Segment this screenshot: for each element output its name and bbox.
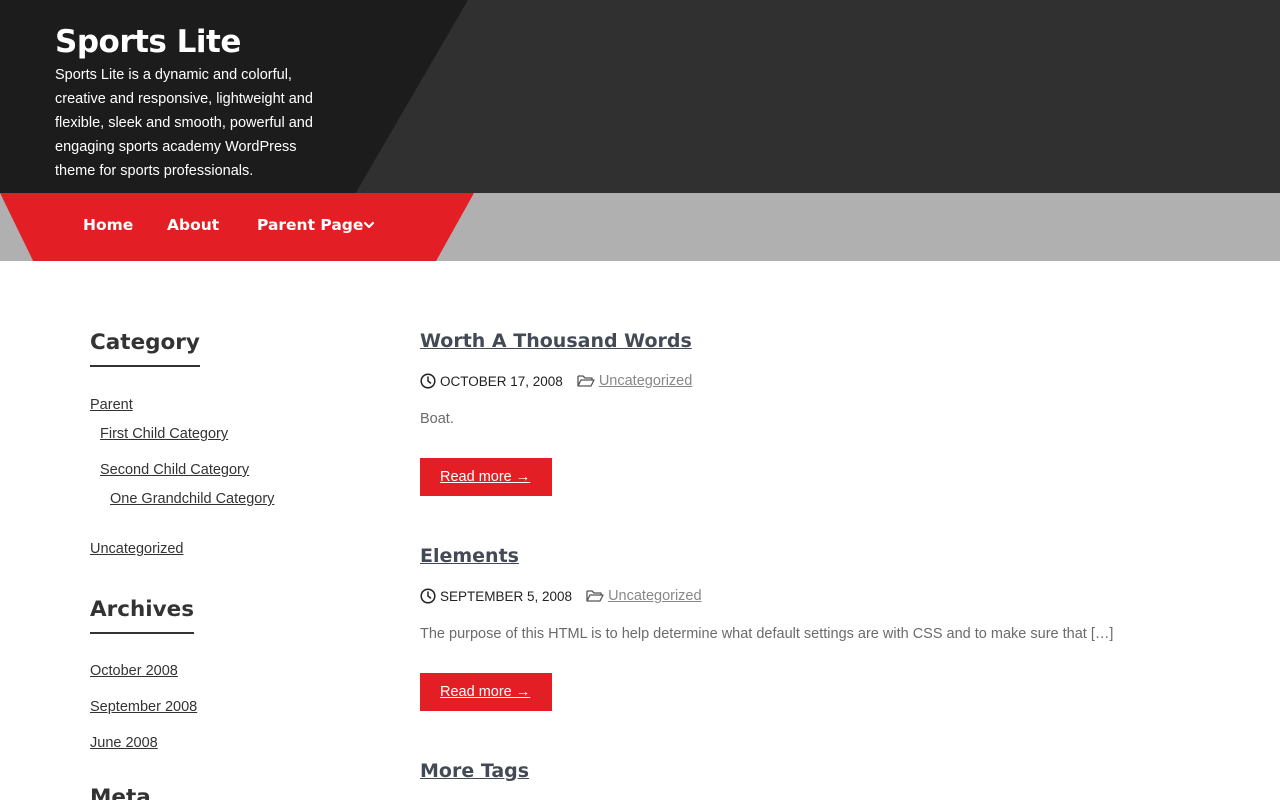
category-widget-title: Category [90, 330, 200, 367]
nav-item-parent-page-label: Parent Page [257, 216, 364, 234]
category-link-first-child[interactable]: First Child Category [100, 426, 228, 442]
main-navigation: Home About Parent Page [0, 193, 1280, 261]
category-link-parent[interactable]: Parent [90, 397, 133, 413]
nav-item-home[interactable]: Home [83, 216, 133, 234]
category-link-grandchild[interactable]: One Grandchild Category [110, 491, 274, 507]
site-title[interactable]: Sports Lite [55, 24, 241, 60]
category-link-uncategorized[interactable]: Uncategorized [90, 541, 184, 557]
folder-icon [586, 590, 604, 602]
post-meta: September 5, 2008 Uncategorized [420, 586, 702, 606]
nav-item-about[interactable]: About [167, 216, 219, 234]
nav-red-panel [0, 193, 474, 261]
chevron-down-icon [363, 221, 375, 229]
archives-widget-title: Archives [90, 597, 195, 634]
meta-widget-title: Meta [90, 785, 151, 800]
post-title[interactable]: Worth A Thousand Words [420, 330, 692, 352]
clock-icon [420, 373, 436, 389]
post-date: September 5, 2008 [440, 588, 573, 604]
post-title[interactable]: Elements [420, 545, 519, 567]
post-date: October 17, 2008 [440, 373, 563, 389]
post-meta: October 17, 2008 Uncategorized [420, 371, 692, 391]
folder-icon [577, 375, 595, 387]
category-link-second-child[interactable]: Second Child Category [100, 462, 249, 478]
post-category-link[interactable]: Uncategorized [599, 373, 693, 389]
post-excerpt: Boat. [420, 411, 454, 427]
read-more-button[interactable]: Read more → [420, 673, 552, 711]
archive-link-october-2008[interactable]: October 2008 [90, 663, 178, 679]
archive-link-june-2008[interactable]: June 2008 [90, 735, 158, 751]
nav-item-parent-page[interactable]: Parent Page [257, 216, 375, 234]
archive-link-september-2008[interactable]: September 2008 [90, 699, 197, 715]
post-title[interactable]: More Tags [420, 760, 529, 782]
site-description: Sports Lite is a dynamic and colorful, c… [55, 67, 313, 179]
read-more-button[interactable]: Read more → [420, 458, 552, 496]
clock-icon [420, 588, 436, 604]
post-excerpt: The purpose of this HTML is to help dete… [420, 626, 1114, 642]
site-header: Sports Lite Sports Lite is a dynamic and… [0, 0, 1280, 193]
post-category-link[interactable]: Uncategorized [608, 588, 702, 604]
